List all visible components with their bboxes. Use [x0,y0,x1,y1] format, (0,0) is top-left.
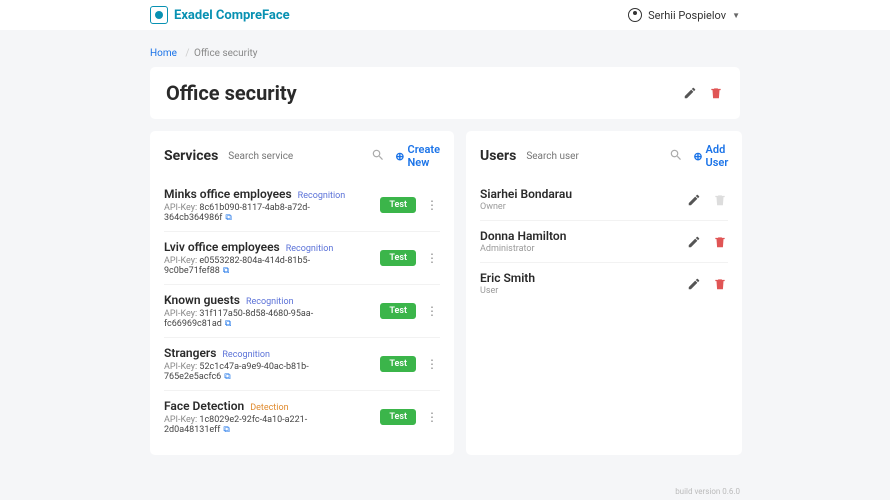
service-name: Minks office employees [164,187,292,201]
service-name: Lviv office employees [164,240,280,254]
user-role: Administrator [480,244,676,254]
more-menu-icon[interactable]: ⋮ [424,357,440,371]
service-name: Strangers [164,346,216,360]
service-api-key: API-Key: 1c8029e2-92fc-4a10-a221-2d0a481… [164,415,372,435]
users-search-input[interactable] [526,151,659,162]
edit-user-button[interactable] [686,192,702,208]
service-name: Face Detection [164,399,244,413]
test-button[interactable]: Test [380,409,416,425]
test-button[interactable]: Test [380,250,416,266]
delete-user-button[interactable] [712,192,728,208]
copy-icon[interactable]: ⧉ [225,213,231,223]
service-api-key: API-Key: 31f117a50-8d58-4680-95aa-fc6696… [164,309,372,329]
brand-text: Exadel CompreFace [174,8,290,23]
more-menu-icon[interactable]: ⋮ [424,410,440,424]
copy-icon[interactable]: ⧉ [223,425,229,435]
user-role: User [480,286,676,296]
breadcrumb: Home / Office security [150,40,740,67]
service-type: Recognition [286,244,334,254]
users-panel: Users ⊕ Add User Siarhei Bondarau Owner … [466,131,742,455]
delete-app-button[interactable] [708,85,724,101]
pencil-icon [683,86,697,100]
add-user-label: Add User [706,143,729,169]
edit-user-button[interactable] [686,234,702,250]
users-heading: Users [480,148,516,164]
service-api-key: API-Key: 52c1c47a-a9e9-40ac-b81b-765e2e5… [164,362,372,382]
plus-circle-icon: ⊕ [693,150,702,163]
user-role: Owner [480,202,676,212]
user-name: Siarhei Bondarau [480,187,676,201]
delete-user-button[interactable] [712,234,728,250]
edit-user-button[interactable] [686,276,702,292]
service-row: Face Detection Detection API-Key: 1c8029e… [164,391,440,443]
user-row: Siarhei Bondarau Owner [480,179,728,221]
copy-icon[interactable]: ⧉ [225,319,231,329]
brand-logo[interactable]: Exadel CompreFace [150,6,290,24]
plus-circle-icon: ⊕ [395,150,404,163]
edit-app-button[interactable] [682,85,698,101]
service-api-key: API-Key: e0553282-804a-414d-81b5-9c0be71… [164,256,372,276]
service-type: Recognition [298,191,346,201]
build-version: build version 0.6.0 [675,487,740,496]
service-row: Known guests Recognition API-Key: 31f117a… [164,285,440,338]
service-api-key: API-Key: 8c61b090-8117-4ab8-a72d-364cb36… [164,203,372,223]
logo-icon [150,6,168,24]
services-panel: Services ⊕ Create New Minks office emplo… [150,131,454,455]
service-row: Strangers Recognition API-Key: 52c1c47a-a… [164,338,440,391]
breadcrumb-current: Office security [194,48,257,59]
search-icon[interactable] [669,148,683,165]
user-avatar-icon [628,8,642,22]
create-label: Create New [408,143,441,169]
breadcrumb-home[interactable]: Home [150,48,177,59]
services-heading: Services [164,148,218,164]
user-menu[interactable]: Serhii Pospielov ▼ [628,8,740,22]
more-menu-icon[interactable]: ⋮ [424,198,440,212]
more-menu-icon[interactable]: ⋮ [424,304,440,318]
copy-icon[interactable]: ⧉ [223,266,229,276]
service-name: Known guests [164,293,240,307]
service-row: Minks office employees Recognition API-Ke… [164,179,440,232]
test-button[interactable]: Test [380,356,416,372]
add-user-button[interactable]: ⊕ Add User [693,143,728,169]
service-row: Lviv office employees Recognition API-Key… [164,232,440,285]
copy-icon[interactable]: ⧉ [224,372,230,382]
user-name: Serhii Pospielov [648,9,726,22]
user-name: Eric Smith [480,271,676,285]
test-button[interactable]: Test [380,197,416,213]
service-type: Recognition [246,297,294,307]
trash-icon [709,86,723,100]
user-name: Donna Hamilton [480,229,676,243]
user-row: Donna Hamilton Administrator [480,221,728,263]
user-row: Eric Smith User [480,263,728,304]
service-type: Detection [250,403,288,413]
create-service-button[interactable]: ⊕ Create New [395,143,440,169]
page-title: Office security [166,81,297,105]
breadcrumb-separator: / [185,48,189,59]
more-menu-icon[interactable]: ⋮ [424,251,440,265]
chevron-down-icon: ▼ [732,11,740,20]
test-button[interactable]: Test [380,303,416,319]
delete-user-button[interactable] [712,276,728,292]
service-type: Recognition [222,350,270,360]
services-search-input[interactable] [228,151,361,162]
search-icon[interactable] [371,148,385,165]
